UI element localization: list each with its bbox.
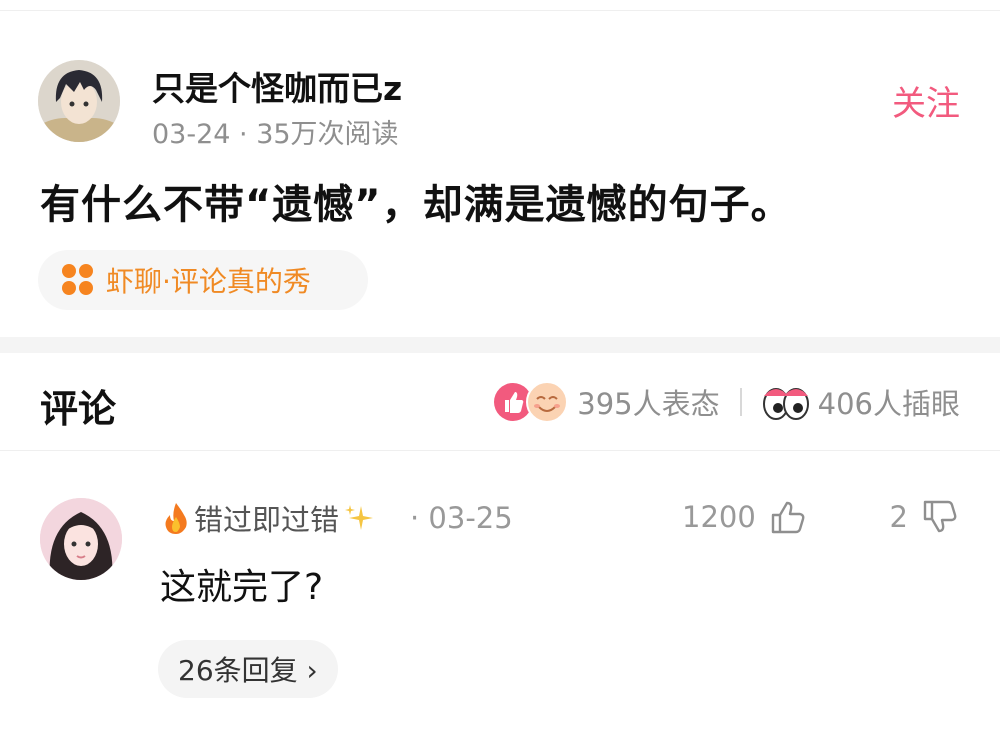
top-divider <box>0 10 1000 11</box>
author-avatar[interactable] <box>38 60 120 142</box>
commenter-name-text: 错过即过错 <box>194 503 340 537</box>
topic-dots-icon <box>62 264 94 296</box>
post-meta: 03-24 · 35万次阅读 <box>152 119 399 150</box>
dislike-button[interactable]: 2 <box>890 494 960 540</box>
follow-button[interactable]: 关注 <box>892 76 960 125</box>
like-count: 1200 <box>682 500 756 534</box>
comment-text: 这就完了? <box>160 567 324 608</box>
eyes-count: 406人插眼 <box>817 387 960 421</box>
like-button[interactable]: 1200 <box>682 494 808 540</box>
reactions-count: 395人表态 <box>577 387 720 421</box>
eyes-icon <box>762 388 809 420</box>
smile-reaction-icon <box>526 381 569 423</box>
comments-heading: 评论 <box>40 387 117 431</box>
section-gap <box>0 337 1000 353</box>
view-replies-button[interactable]: 26条回复 › <box>158 640 338 698</box>
post-title[interactable]: 有什么不带“遗憾”，却满是遗憾的句子。 <box>40 172 792 230</box>
thumb-down-icon <box>923 500 957 533</box>
topic-tag[interactable]: 虾聊·评论真的秀 <box>38 250 368 310</box>
reactions-divider <box>739 388 742 416</box>
commenter-avatar[interactable] <box>40 498 122 580</box>
sparkle-icon <box>345 505 374 530</box>
fire-icon <box>165 503 187 534</box>
dislike-count: 2 <box>889 500 908 534</box>
thumb-up-icon <box>771 501 805 534</box>
comment-date: · 03-25 <box>410 501 513 535</box>
section-divider <box>0 450 1000 451</box>
commenter-name[interactable]: 错过即过错 <box>162 498 375 538</box>
author-name[interactable]: 只是个怪咖而已z <box>152 62 402 110</box>
topic-tag-label: 虾聊·评论真的秀 <box>106 265 311 298</box>
reactions-summary[interactable]: 395人表态 406人插眼 <box>493 378 960 426</box>
